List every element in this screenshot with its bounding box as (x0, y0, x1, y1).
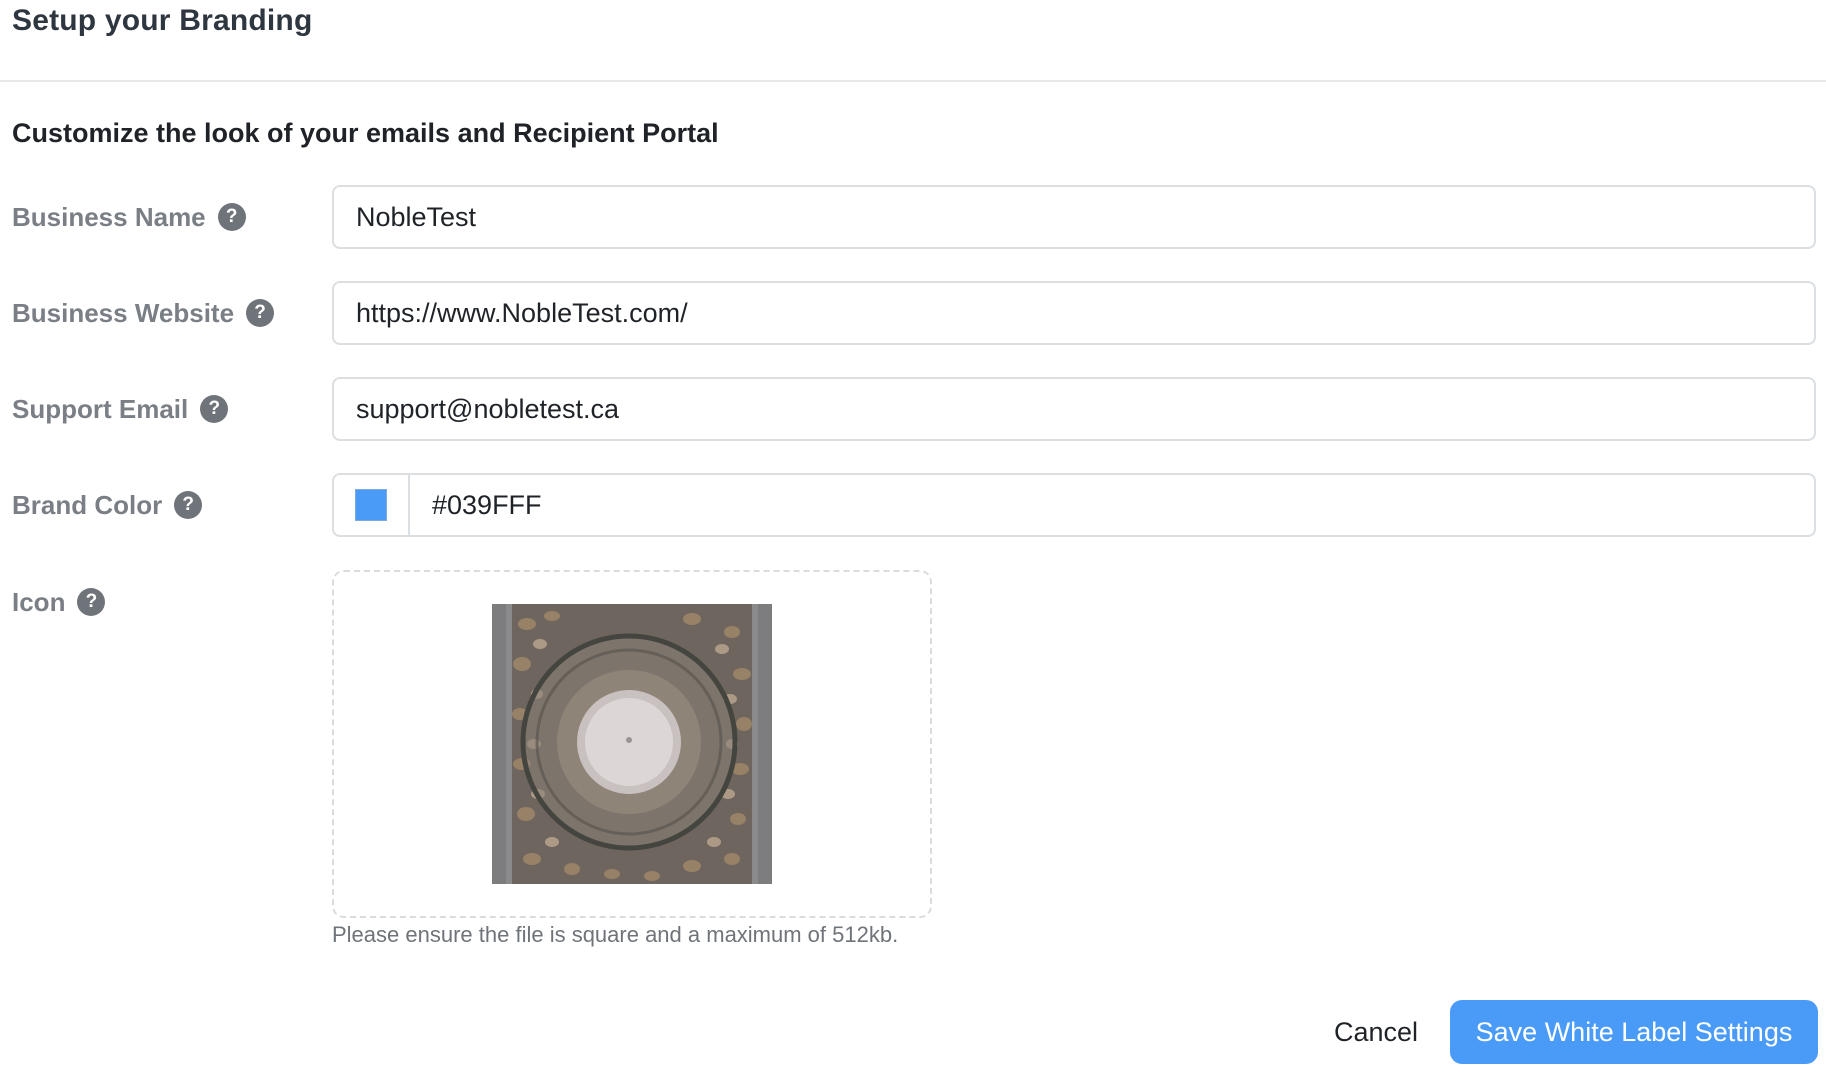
business-website-input[interactable] (332, 281, 1816, 345)
support-email-input[interactable] (332, 377, 1816, 441)
question-circle-icon[interactable]: ? (174, 491, 203, 519)
icon-upload-dropzone[interactable] (332, 570, 932, 918)
cancel-button[interactable]: Cancel (1318, 1000, 1434, 1064)
support-email-row: Support Email ? (0, 377, 1826, 441)
question-circle-icon[interactable]: ? (217, 203, 246, 231)
business-name-label-group: Business Name ? (12, 185, 246, 249)
header-divider (0, 80, 1826, 82)
brand-color-field (332, 473, 1816, 537)
icon-preview-image (492, 604, 772, 884)
section-heading: Customize the look of your emails and Re… (12, 118, 719, 148)
question-circle-icon[interactable]: ? (77, 588, 106, 616)
support-email-label: Support Email (12, 393, 189, 424)
business-name-input[interactable] (332, 185, 1816, 249)
icon-label-group: Icon ? (12, 570, 106, 634)
business-website-label-group: Business Website ? (12, 281, 275, 345)
support-email-label-group: Support Email ? (12, 377, 229, 441)
business-website-row: Business Website ? (0, 281, 1826, 345)
brand-color-label-group: Brand Color ? (12, 473, 203, 537)
icon-label: Icon (12, 586, 66, 617)
color-swatch (355, 489, 387, 521)
business-website-label: Business Website (12, 297, 235, 328)
candle-photo (492, 604, 772, 884)
brand-color-input[interactable] (410, 475, 1814, 535)
brand-color-label: Brand Color (12, 489, 163, 520)
brand-color-row: Brand Color ? (0, 473, 1826, 537)
question-circle-icon[interactable]: ? (200, 395, 229, 423)
save-white-label-settings-button[interactable]: Save White Label Settings (1450, 1000, 1818, 1064)
business-name-row: Business Name ? (0, 185, 1826, 249)
icon-file-hint: Please ensure the file is square and a m… (332, 922, 899, 947)
business-name-label: Business Name (12, 201, 206, 232)
page-title: Setup your Branding (12, 4, 313, 37)
question-circle-icon[interactable]: ? (246, 299, 275, 327)
color-picker-button[interactable] (334, 475, 410, 535)
